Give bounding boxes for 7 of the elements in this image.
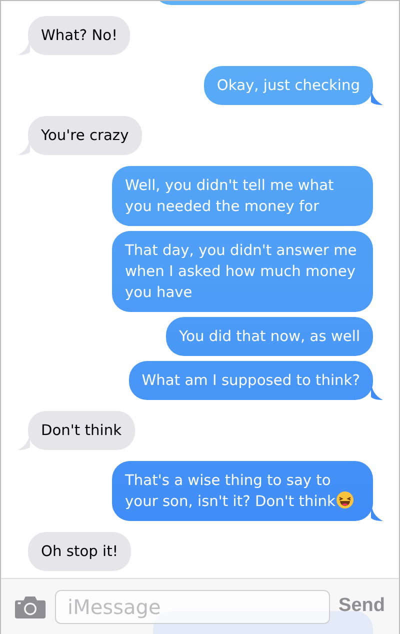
received-message: Oh stop it! [28, 532, 132, 571]
message-input[interactable]: iMessage [54, 590, 330, 624]
camera-icon[interactable] [15, 594, 46, 618]
sent-message: You did that now, as well [166, 317, 373, 356]
sent-message: Well, you didn't tell me what you needed the money for [112, 166, 373, 226]
send-button[interactable]: Send [338, 592, 385, 621]
sent-message: That day, you didn't answer me when I asked how much money you have [112, 231, 373, 312]
